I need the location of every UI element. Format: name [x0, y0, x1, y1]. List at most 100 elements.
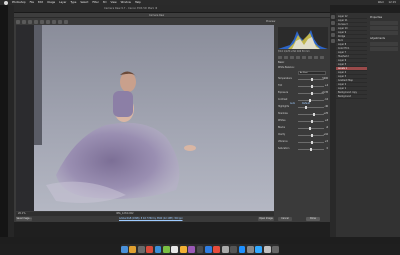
dock-app-icon[interactable] — [230, 245, 238, 253]
dock-app-icon[interactable] — [255, 245, 263, 253]
auto-link[interactable]: Auto — [290, 102, 295, 105]
dock-app-icon[interactable] — [238, 245, 246, 253]
slider-value[interactable]: +4 — [325, 84, 328, 87]
default-link[interactable]: Default — [302, 102, 310, 105]
cancel-button[interactable]: Cancel — [278, 217, 292, 221]
histogram — [278, 27, 328, 49]
slider-value[interactable]: +5 — [325, 140, 328, 143]
torso — [113, 91, 133, 117]
save-image-button[interactable]: Save Image... — [16, 217, 32, 221]
dock-app-icon[interactable] — [188, 245, 195, 253]
dock-app-icon[interactable] — [162, 245, 170, 253]
white-balance-tool-icon[interactable] — [28, 19, 32, 24]
adjustment-brush-icon[interactable] — [64, 19, 68, 24]
dock-app-icon[interactable] — [247, 245, 254, 253]
swatches-icon[interactable] — [331, 33, 335, 37]
straighten-tool-icon[interactable] — [46, 19, 50, 24]
actions-icon[interactable] — [331, 21, 335, 25]
backdrop-edge — [34, 25, 42, 145]
slider-knob[interactable] — [310, 148, 312, 151]
dock-app-icon[interactable] — [179, 245, 187, 253]
slider-knob[interactable] — [310, 92, 313, 95]
detail-tab-icon[interactable] — [290, 56, 294, 59]
menubar-clock[interactable]: 12:15 — [389, 0, 396, 5]
dock-app-icon[interactable] — [213, 245, 221, 253]
tone-curve-tab-icon[interactable] — [284, 56, 288, 59]
spot-removal-icon[interactable] — [52, 19, 56, 24]
dock-app-icon[interactable] — [137, 245, 145, 253]
slider-knob[interactable] — [311, 134, 314, 137]
history-icon[interactable] — [331, 15, 335, 19]
head — [120, 72, 136, 92]
layers-panel: Layer 12 Layer 11 Curves 3 Layer 10 Layer 9D… — [336, 15, 367, 215]
slider-label: Saturation — [278, 147, 290, 150]
dock-app-icon[interactable] — [205, 245, 212, 253]
split-toning-tab-icon[interactable] — [302, 56, 306, 59]
zoom-level[interactable]: 20.1% — [18, 212, 26, 215]
slider-knob[interactable] — [310, 141, 313, 144]
photoshop-side-panels: Layer 12 Layer 11 Curves 3 Layer 10 Layer 9D… — [330, 13, 400, 237]
slider-value[interactable]: +25 — [323, 112, 328, 115]
workflow-options-link[interactable]: Adobe RGB (1998); 8 bit; 5760 by 3840 (2… — [119, 217, 182, 220]
slider-label: Clarity — [278, 133, 286, 136]
slider-knob[interactable] — [310, 85, 313, 88]
red-eye-icon[interactable] — [58, 19, 62, 24]
slider-knob[interactable] — [309, 127, 312, 130]
basic-tab-icon[interactable] — [278, 56, 282, 59]
slider-value[interactable]: +10 — [323, 133, 328, 136]
slider-label: Contrast — [278, 98, 288, 101]
dock-app-icon[interactable] — [120, 245, 128, 253]
slider-row: Whites +8 — [278, 119, 328, 124]
slider-knob[interactable] — [311, 78, 314, 81]
layer-item[interactable]: Background — [336, 95, 367, 99]
effects-tab-icon[interactable] — [314, 56, 318, 59]
slider-track[interactable] — [298, 107, 324, 108]
slider-track[interactable] — [298, 114, 324, 115]
dock-app-icon[interactable] — [221, 245, 229, 253]
slider-value[interactable]: 5200 — [322, 77, 328, 80]
preview-toggle[interactable]: Preview — [266, 20, 275, 23]
dock-app-icon[interactable] — [171, 245, 179, 253]
property-slot — [370, 47, 398, 51]
slider-row: Clarity +10 — [278, 133, 328, 138]
camera-raw-title: Camera Raw — [149, 14, 165, 17]
slider-knob[interactable] — [313, 113, 316, 116]
apple-icon[interactable] — [4, 0, 8, 5]
done-button[interactable]: Done — [306, 217, 320, 221]
dock-app-icon[interactable] — [129, 245, 137, 253]
slider-knob[interactable] — [305, 106, 308, 109]
camera-info: f/4.0 1/125 s ISO 400 50 mm — [278, 50, 310, 53]
property-slot — [370, 21, 398, 25]
slider-knob[interactable] — [311, 120, 314, 123]
brush-icon[interactable] — [331, 27, 335, 31]
lens-tab-icon[interactable] — [308, 56, 312, 59]
camera-raw-toolbar: Preview — [16, 19, 275, 24]
dock-app-icon[interactable] — [154, 245, 162, 253]
dock-app-icon[interactable] — [272, 245, 280, 253]
slider-label: Vibrance — [278, 140, 288, 143]
slider-label: Shadows — [278, 112, 288, 115]
dock-app-icon[interactable] — [146, 245, 153, 253]
slider-value[interactable]: 0 — [327, 147, 328, 150]
white-balance-select[interactable]: As Shot — [298, 71, 326, 75]
dock-app-icon[interactable] — [196, 245, 204, 253]
camera-raw-dialog: Camera Raw Preview 20.1% IMG_1234.CR2 f/… — [14, 13, 330, 222]
hsl-tab-icon[interactable] — [296, 56, 300, 59]
slider-track[interactable] — [298, 100, 324, 101]
adjustments-header: Adjustments — [370, 37, 385, 40]
image-preview[interactable] — [16, 25, 274, 211]
color-sampler-icon[interactable] — [34, 19, 38, 24]
open-image-button[interactable]: Open Image — [258, 217, 274, 221]
character-icon[interactable] — [331, 39, 335, 43]
slider-value[interactable]: +0.35 — [321, 91, 328, 94]
properties-panel: Properties Adjustments — [368, 15, 400, 215]
calibration-tab-icon[interactable] — [320, 56, 324, 59]
slider-value[interactable]: -12 — [324, 98, 328, 101]
dock-app-icon[interactable] — [263, 245, 271, 253]
zoom-tool-icon[interactable] — [16, 19, 20, 24]
hand-tool-icon[interactable] — [22, 19, 26, 24]
crop-tool-icon[interactable] — [40, 19, 44, 24]
slider-value[interactable]: +8 — [325, 119, 328, 122]
slider-value[interactable]: -40 — [324, 105, 328, 108]
slider-value[interactable]: -6 — [326, 126, 328, 129]
